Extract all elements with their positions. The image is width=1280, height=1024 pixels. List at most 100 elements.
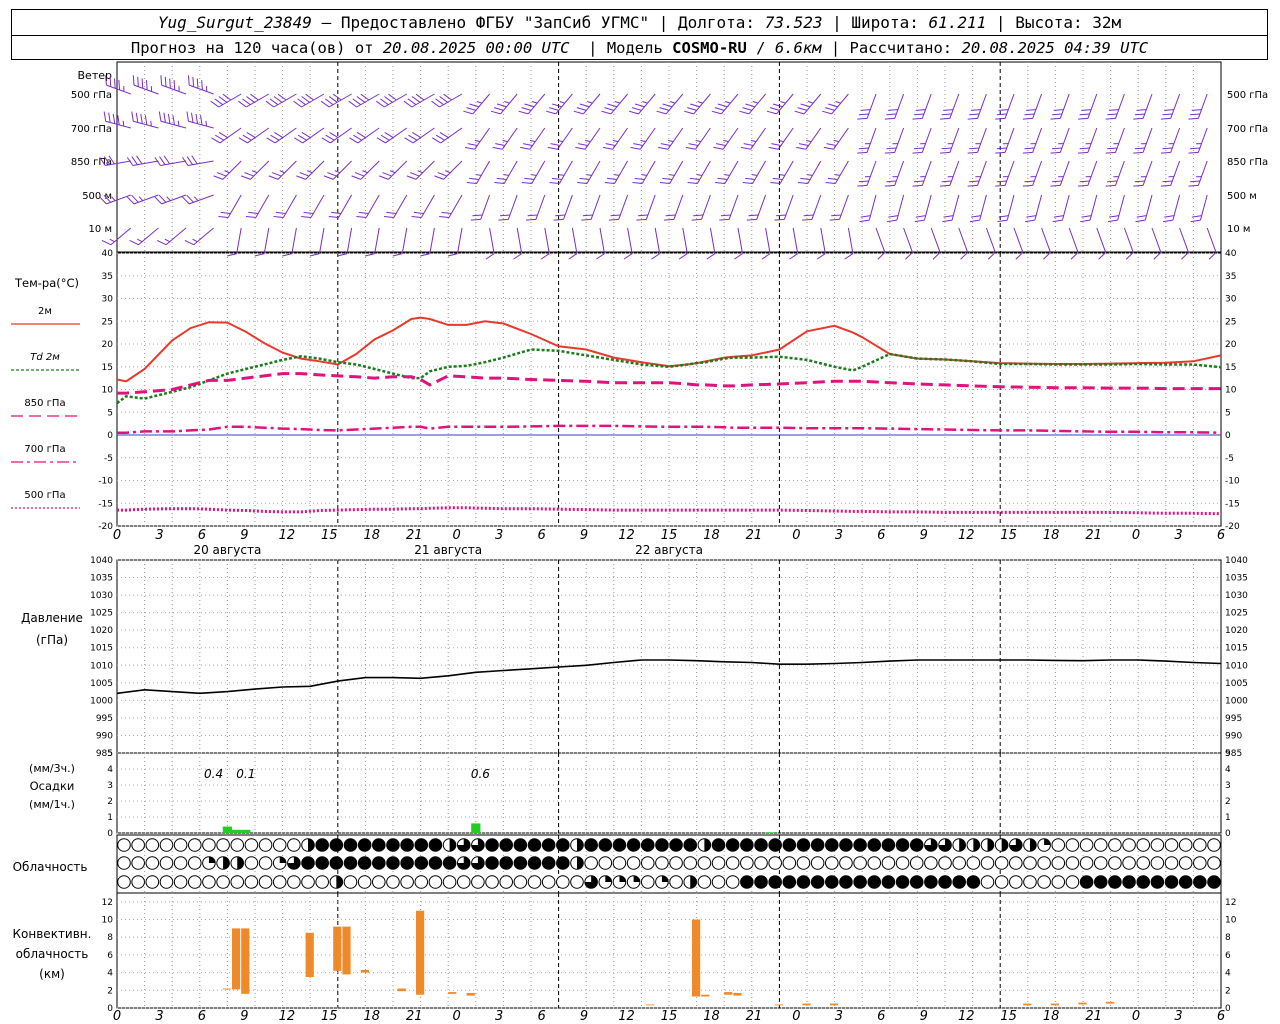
cloud-symbol	[895, 875, 910, 889]
cloud-symbol	[414, 838, 429, 852]
wind-barb-flag	[200, 115, 203, 125]
wind-barb-flag	[798, 143, 809, 146]
wind-barb-half-flag	[779, 174, 785, 176]
wind-level-label-left: 500 м	[82, 191, 112, 202]
wind-barb-flag	[1052, 219, 1063, 223]
wind-barb	[728, 194, 739, 220]
temp-hour-label: 0	[453, 528, 461, 543]
wind-barb	[1032, 160, 1043, 186]
wind-barb-flag	[1188, 151, 1199, 154]
precip-ytick-right: 1	[1225, 813, 1231, 823]
wind-barb-flag	[131, 194, 139, 203]
wind-barb	[977, 127, 987, 153]
cloud-title: Облачность	[13, 860, 88, 874]
cloud-symbol-fill	[633, 875, 640, 882]
conv-bar	[222, 988, 231, 990]
cloud-symbol	[839, 856, 853, 870]
wind-barb-flag	[466, 181, 477, 185]
cloud-symbol	[1136, 875, 1151, 889]
wind-barb-flag	[432, 137, 441, 144]
wind-barb-flag	[740, 146, 751, 150]
conv-hour-label: 6	[198, 1009, 206, 1024]
wind-barb	[472, 93, 490, 115]
temp-ytick-right: 20	[1225, 340, 1237, 350]
wind-barb-flag	[407, 98, 417, 106]
wind-barb-flag	[912, 184, 923, 187]
conv-bar	[232, 928, 241, 990]
wind-barb	[1013, 227, 1024, 253]
wind-barb-flag	[857, 184, 868, 187]
wind-barb-flag	[748, 214, 759, 217]
cloud-symbol	[824, 856, 839, 870]
wind-barb-flag	[137, 76, 139, 87]
wind-barb-flag	[691, 218, 702, 221]
wind-barb-flag	[1191, 215, 1202, 218]
wind-barb-flag	[825, 181, 836, 185]
wind-barb	[722, 127, 739, 150]
wind-barb-flag	[1052, 180, 1062, 183]
temp-ytick-right: 35	[1225, 272, 1236, 282]
wind-barb-flag	[914, 219, 925, 223]
precip-bar	[471, 823, 481, 833]
pressure-ytick-right: 1035	[1225, 574, 1248, 584]
cloud-symbol	[131, 875, 145, 889]
wind-barb	[839, 194, 849, 220]
wind-barb-flag	[658, 146, 668, 150]
conv-hour-label: 21	[1085, 1009, 1102, 1024]
conv-hour-label: 21	[746, 1009, 763, 1024]
wind-barb-flag	[356, 96, 366, 103]
wind-barb-flag	[742, 107, 753, 111]
wind-barb	[161, 194, 187, 205]
temp-ytick-right: -5	[1225, 454, 1234, 464]
wind-barb	[456, 227, 463, 254]
wind-barb-flag	[159, 156, 166, 165]
wind-barb-flag	[173, 80, 176, 90]
wind-barb	[783, 194, 794, 220]
wind-barb	[476, 160, 491, 184]
wind-barb-flag	[112, 113, 116, 124]
conv-bar	[416, 910, 425, 995]
cloud-symbol	[1122, 838, 1136, 852]
precip-bar	[765, 832, 775, 833]
precip-unit-1h: (мм/1ч.)	[29, 798, 75, 811]
wind-barb	[949, 160, 960, 186]
wind-barb-flag	[1164, 109, 1174, 111]
wind-barb-flag	[211, 137, 221, 144]
conv-bar	[646, 1004, 655, 1006]
temp-hour-label: 9	[920, 528, 928, 543]
wind-barb-flag	[520, 146, 530, 150]
wind-barb-flag	[282, 253, 293, 257]
wind-barb-flag	[403, 100, 413, 108]
cloud-symbol	[187, 856, 202, 870]
cloud-symbol	[810, 875, 825, 889]
cloud-symbol	[527, 875, 542, 889]
wind-barb-flag	[242, 98, 251, 106]
cloud-symbol	[740, 875, 754, 889]
wind-barb-flag	[144, 115, 148, 125]
wind-barb-flag	[1022, 184, 1033, 187]
wind-barb-flag	[1109, 215, 1119, 218]
precip-ytick-left: 0	[107, 829, 113, 839]
wind-barb-flag	[664, 218, 674, 221]
wind-barb-half-flag	[751, 174, 758, 176]
cloud-symbol-fill	[208, 856, 216, 863]
pressure-ytick-left: 1000	[90, 696, 113, 706]
cloud-symbol	[541, 856, 556, 870]
cloud-symbol	[1164, 856, 1179, 870]
cloud-symbol	[159, 875, 174, 889]
wind-barb-flag	[716, 143, 726, 146]
cloud-symbol	[386, 875, 400, 889]
wind-barb-flag	[1107, 147, 1118, 150]
wind-barb	[440, 127, 463, 144]
cloud-symbol	[725, 875, 740, 889]
cloud-symbol	[768, 875, 782, 889]
cloud-symbol-fill	[1029, 838, 1037, 852]
wind-barb-flag	[1079, 113, 1090, 116]
conv-title-1: Конвективн.	[13, 927, 92, 941]
wind-barb-flag	[238, 137, 248, 144]
wind-barb-flag	[742, 181, 753, 185]
cloud-symbol	[1164, 838, 1179, 852]
cloud-symbol	[202, 875, 216, 889]
conv-hour-label: 18	[363, 1009, 380, 1024]
wind-barb	[1197, 127, 1208, 153]
